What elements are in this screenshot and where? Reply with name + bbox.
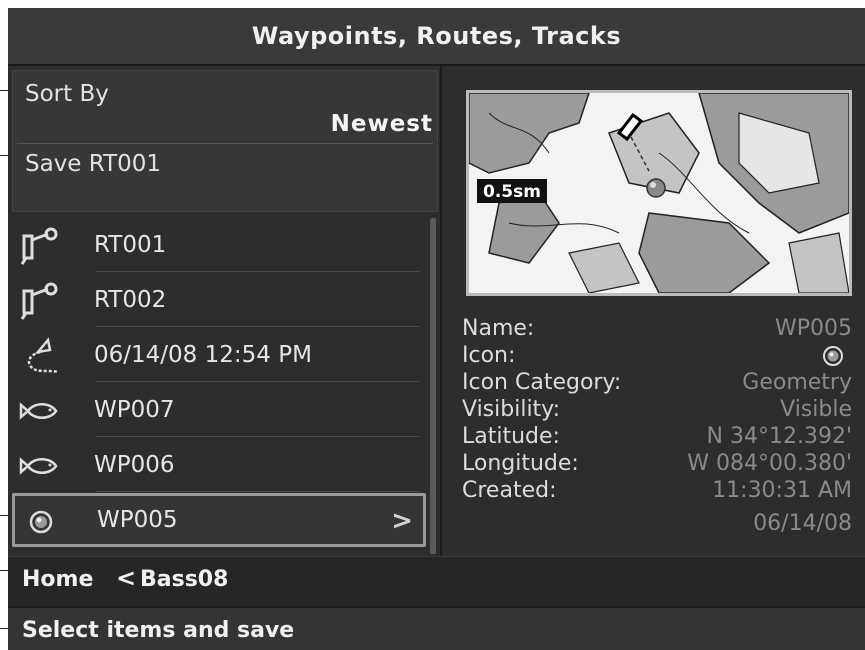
detail-label: Longitude: xyxy=(462,451,579,476)
left-panel: Sort By Newest Save RT001 RT001 RT002 06… xyxy=(8,66,442,556)
sort-by-label[interactable]: Sort By xyxy=(25,81,109,107)
scrollbar[interactable] xyxy=(430,218,436,554)
detail-value: W 084°00.380' xyxy=(687,451,852,476)
chevron-left-icon: < xyxy=(116,564,137,592)
chevron-right-icon[interactable]: > xyxy=(391,506,413,536)
sphere-icon xyxy=(822,345,844,373)
page-title: Waypoints, Routes, Tracks xyxy=(251,22,622,50)
detail-value: 11:30:31 AM xyxy=(712,478,852,503)
detail-label: Visibility: xyxy=(462,397,561,422)
status-bar: Select items and save xyxy=(8,606,865,650)
detail-row-longitude: Longitude: W 084°00.380' xyxy=(462,451,852,478)
detail-label: Name: xyxy=(462,316,535,341)
list-item-label: WP006 xyxy=(94,452,175,478)
divider xyxy=(17,143,433,144)
list-item-label: RT001 xyxy=(94,232,167,258)
list-item-label: 06/14/08 12:54 PM xyxy=(94,342,312,368)
list-item-rt002[interactable]: RT002 xyxy=(12,273,426,327)
fish-icon xyxy=(18,391,62,431)
list-item-wp005-selected[interactable]: WP005 > xyxy=(12,493,426,547)
item-list: RT001 RT002 06/14/08 12:54 PM WP007 WP00… xyxy=(12,216,430,554)
route-icon xyxy=(18,281,62,321)
list-item-wp006[interactable]: WP006 xyxy=(12,438,426,492)
detail-value: Visible xyxy=(780,397,852,422)
detail-row-name: Name: WP005 xyxy=(462,316,852,343)
detail-value: WP005 xyxy=(774,316,852,341)
detail-label: Latitude: xyxy=(462,424,560,449)
list-item-label: RT002 xyxy=(94,287,167,313)
divider xyxy=(96,436,420,437)
list-item-rt001[interactable]: RT001 xyxy=(12,218,426,272)
detail-row-icon: Icon: xyxy=(462,343,852,370)
detail-label: Icon: xyxy=(462,343,516,368)
detail-panel: 0.5sm Name: WP005 Icon: Icon Category: G… xyxy=(442,66,865,556)
divider xyxy=(96,491,420,492)
title-bar: Waypoints, Routes, Tracks xyxy=(8,8,865,66)
device-screen: Waypoints, Routes, Tracks Sort By Newest… xyxy=(8,8,865,650)
list-item-label: WP007 xyxy=(94,397,175,423)
waypoint-details: Name: WP005 Icon: Icon Category: Geometr… xyxy=(462,316,852,538)
list-item-label: WP005 xyxy=(97,507,178,533)
route-icon xyxy=(18,226,62,266)
detail-value: 06/14/08 xyxy=(753,511,852,536)
divider xyxy=(96,381,420,382)
fish-icon xyxy=(18,446,62,486)
breadcrumb: Home < Bass08 xyxy=(8,556,865,607)
detail-label: Icon Category: xyxy=(462,370,622,395)
detail-row-icon-category: Icon Category: Geometry xyxy=(462,370,852,397)
divider xyxy=(96,271,420,272)
detail-row-visibility: Visibility: Visible xyxy=(462,397,852,424)
status-text: Select items and save xyxy=(22,618,295,643)
sort-save-box: Sort By Newest Save RT001 xyxy=(12,70,438,212)
detail-row-created-time: Created: 11:30:31 AM xyxy=(462,478,852,505)
detail-row-created-date: 06/14/08 xyxy=(462,511,852,538)
detail-value: N 34°12.392' xyxy=(706,424,852,449)
map-preview[interactable]: 0.5sm xyxy=(466,90,852,296)
breadcrumb-home[interactable]: Home xyxy=(22,567,93,592)
detail-label: Created: xyxy=(462,478,557,503)
list-item-wp007[interactable]: WP007 xyxy=(12,383,426,437)
list-item-track[interactable]: 06/14/08 12:54 PM xyxy=(12,328,426,382)
sort-by-value[interactable]: Newest xyxy=(331,111,433,137)
track-icon xyxy=(18,336,62,376)
map-scale-label: 0.5sm xyxy=(483,182,541,202)
divider xyxy=(96,326,420,327)
detail-row-latitude: Latitude: N 34°12.392' xyxy=(462,424,852,451)
sphere-icon xyxy=(21,504,65,544)
detail-value: Geometry xyxy=(742,370,852,395)
breadcrumb-current[interactable]: Bass08 xyxy=(140,567,228,592)
save-button[interactable]: Save RT001 xyxy=(25,151,161,177)
